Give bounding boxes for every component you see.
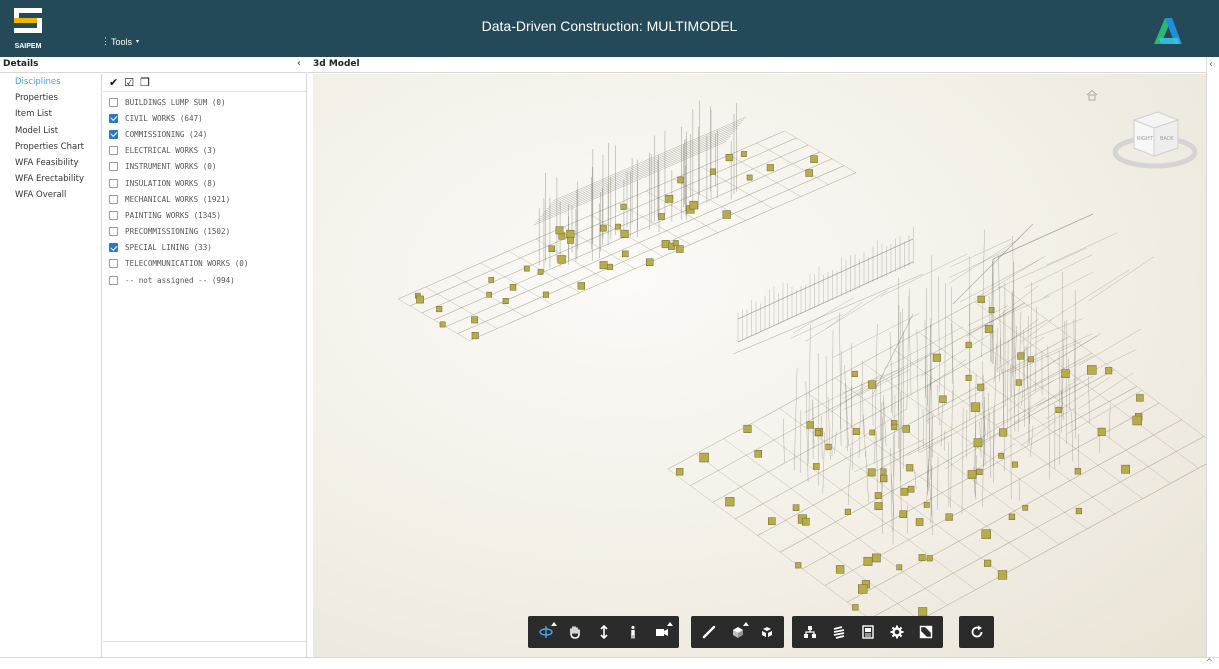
discipline-checkbox[interactable] <box>109 146 118 156</box>
reset-icon[interactable] <box>963 619 990 645</box>
viewer-title: 3d Model <box>313 59 360 69</box>
nav-item-wfa-feasibility[interactable]: WFA Feasibility <box>0 155 101 171</box>
nav-item-disciplines[interactable]: Disciplines <box>0 74 101 90</box>
discipline-row[interactable]: MECHANICAL WORKS (1921) <box>103 191 306 207</box>
uncheck-all-icon[interactable]: ❐ <box>140 77 150 88</box>
discipline-row[interactable]: PAINTING WORKS (1345) <box>103 207 306 223</box>
right-panel-edge: ‹ <box>1206 57 1219 657</box>
discipline-row[interactable]: BUILDINGS LUMP SUM (0) <box>103 94 306 110</box>
discipline-label: TELECOMMUNICATION WORKS (0) <box>125 259 249 269</box>
zoom-icon[interactable] <box>590 619 617 645</box>
discipline-checkbox[interactable] <box>109 227 118 237</box>
discipline-checkbox[interactable] <box>109 162 118 172</box>
nav-item-properties-chart[interactable]: Properties Chart <box>0 139 101 155</box>
settings-icon[interactable] <box>883 619 910 645</box>
discipline-label: BUILDINGS LUMP SUM (0) <box>125 97 226 107</box>
discipline-row[interactable]: ELECTRICAL WORKS (3) <box>103 143 306 159</box>
discipline-label: PRECOMMISSIONING (1502) <box>125 227 231 237</box>
menu-dots-icon: ⋮ <box>101 36 110 46</box>
discipline-row[interactable]: CIVIL WORKS (647) <box>103 110 306 126</box>
tools-label: Tools <box>111 36 133 47</box>
discipline-checkbox[interactable] <box>109 259 118 269</box>
discipline-row[interactable]: TELECOMMUNICATION WORKS (0) <box>103 256 306 272</box>
viewcube-right-label: RIGHT <box>1137 136 1154 142</box>
discipline-label: MECHANICAL WORKS (1921) <box>125 194 231 204</box>
top-bar: SAIPEM ⋮ Tools ▾ Data-Driven Constructio… <box>0 0 1219 57</box>
discipline-label: INSULATION WORKS (8) <box>125 178 217 188</box>
discipline-label: INSTRUMENT WORKS (0) <box>125 162 217 172</box>
discipline-row[interactable]: SPECIAL LINING (33) <box>103 240 306 256</box>
toolbar-group <box>959 616 994 648</box>
nav-item-wfa-overall[interactable]: WFA Overall <box>0 187 101 203</box>
discipline-row[interactable]: -- not assigned -- (994) <box>103 272 306 288</box>
disciplines-panel: ✔ ☑ ❐ BUILDINGS LUMP SUM (0) CIVIL WORKS (6… <box>103 74 307 657</box>
nav-item-wfa-erectability[interactable]: WFA Erectability <box>0 171 101 187</box>
fullscreen-icon[interactable] <box>912 619 939 645</box>
chevron-down-icon: ▾ <box>136 39 140 45</box>
discipline-row[interactable]: COMMISSIONING (24) <box>103 126 306 142</box>
discipline-checkbox[interactable] <box>109 194 118 204</box>
home-icon[interactable] <box>1086 86 1098 101</box>
disciplines-toolbar: ✔ ☑ ❐ <box>103 74 306 92</box>
nav-item-item-list[interactable]: Item List <box>0 106 101 122</box>
discipline-row[interactable]: INSULATION WORKS (8) <box>103 175 306 191</box>
discipline-label: CIVIL WORKS (647) <box>125 113 203 123</box>
pan-icon[interactable] <box>561 619 588 645</box>
collapse-right-icon[interactable]: ‹ <box>1209 59 1213 70</box>
discipline-checkbox[interactable] <box>109 97 118 107</box>
discipline-checkbox[interactable] <box>109 178 118 188</box>
discipline-checkbox[interactable] <box>109 243 118 253</box>
discipline-row[interactable]: INSTRUMENT WORKS (0) <box>103 159 306 175</box>
disciplines-list: BUILDINGS LUMP SUM (0) CIVIL WORKS (647) C… <box>103 92 306 288</box>
section-icon[interactable] <box>724 619 751 645</box>
tools-menu[interactable]: ⋮ Tools ▾ <box>101 36 139 47</box>
camera-icon[interactable] <box>648 619 675 645</box>
document-browser-icon[interactable] <box>854 619 881 645</box>
logo-text: SAIPEM <box>14 43 42 50</box>
discipline-row[interactable]: PRECOMMISSIONING (1502) <box>103 224 306 240</box>
discipline-label: COMMISSIONING (24) <box>125 129 208 139</box>
viewcube-back-label: BACK <box>1160 136 1174 142</box>
explode-icon[interactable] <box>753 619 780 645</box>
orbit-icon[interactable] <box>532 619 559 645</box>
discipline-checkbox[interactable] <box>109 275 118 285</box>
discipline-label: ELECTRICAL WORKS (3) <box>125 146 217 156</box>
viewer-header: 3d Model <box>308 57 1211 73</box>
collapse-left-icon[interactable]: ‹ <box>297 58 301 69</box>
nav-item-properties[interactable]: Properties <box>0 90 101 106</box>
toolbar-group <box>528 616 679 648</box>
discipline-label: SPECIAL LINING (33) <box>125 243 212 253</box>
check-box-icon[interactable]: ☑ <box>124 77 134 88</box>
3d-viewer-canvas[interactable]: RIGHT BACK <box>313 74 1206 657</box>
model-browser-icon[interactable] <box>796 619 823 645</box>
viewcube[interactable]: RIGHT BACK <box>1110 94 1200 174</box>
chevron-up-icon[interactable]: ^ <box>1205 658 1213 668</box>
disciplines-footer <box>103 641 306 657</box>
details-header: Details ‹ <box>0 57 307 73</box>
autodesk-logo-icon <box>1150 14 1184 48</box>
discipline-label: PAINTING WORKS (1345) <box>125 210 222 220</box>
details-nav: Disciplines Properties Item List Model List… <box>0 74 102 657</box>
toolbar-group <box>792 616 943 648</box>
discipline-checkbox[interactable] <box>109 129 118 139</box>
nav-item-model-list[interactable]: Model List <box>0 123 101 139</box>
toolbar-group <box>691 616 784 648</box>
3d-model-render[interactable] <box>313 74 1206 657</box>
properties-icon[interactable] <box>825 619 852 645</box>
bottom-bar: ^ <box>0 657 1219 669</box>
app-title: Data-Driven Construction: MULTIMODEL <box>481 18 738 34</box>
measure-icon[interactable] <box>695 619 722 645</box>
discipline-checkbox[interactable] <box>109 210 118 220</box>
first-person-icon[interactable] <box>619 619 646 645</box>
check-all-icon[interactable]: ✔ <box>109 77 118 88</box>
discipline-checkbox[interactable] <box>109 113 118 123</box>
details-title: Details <box>3 59 39 69</box>
discipline-label: -- not assigned -- (994) <box>125 275 235 285</box>
